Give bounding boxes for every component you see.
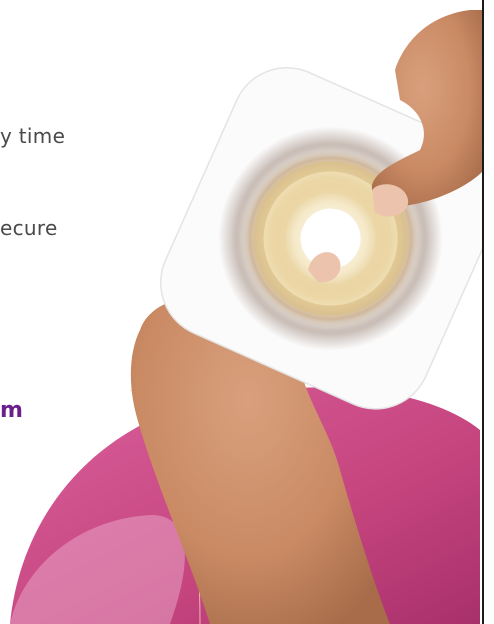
highlight-text-line: m xyxy=(0,398,24,423)
feature-text-line-2: ecure xyxy=(0,216,58,240)
right-margin xyxy=(484,0,494,624)
hero-scene: y time ecure m xyxy=(0,0,494,624)
feature-text-line-1: y time xyxy=(0,124,66,148)
hero-illustration xyxy=(10,10,494,624)
